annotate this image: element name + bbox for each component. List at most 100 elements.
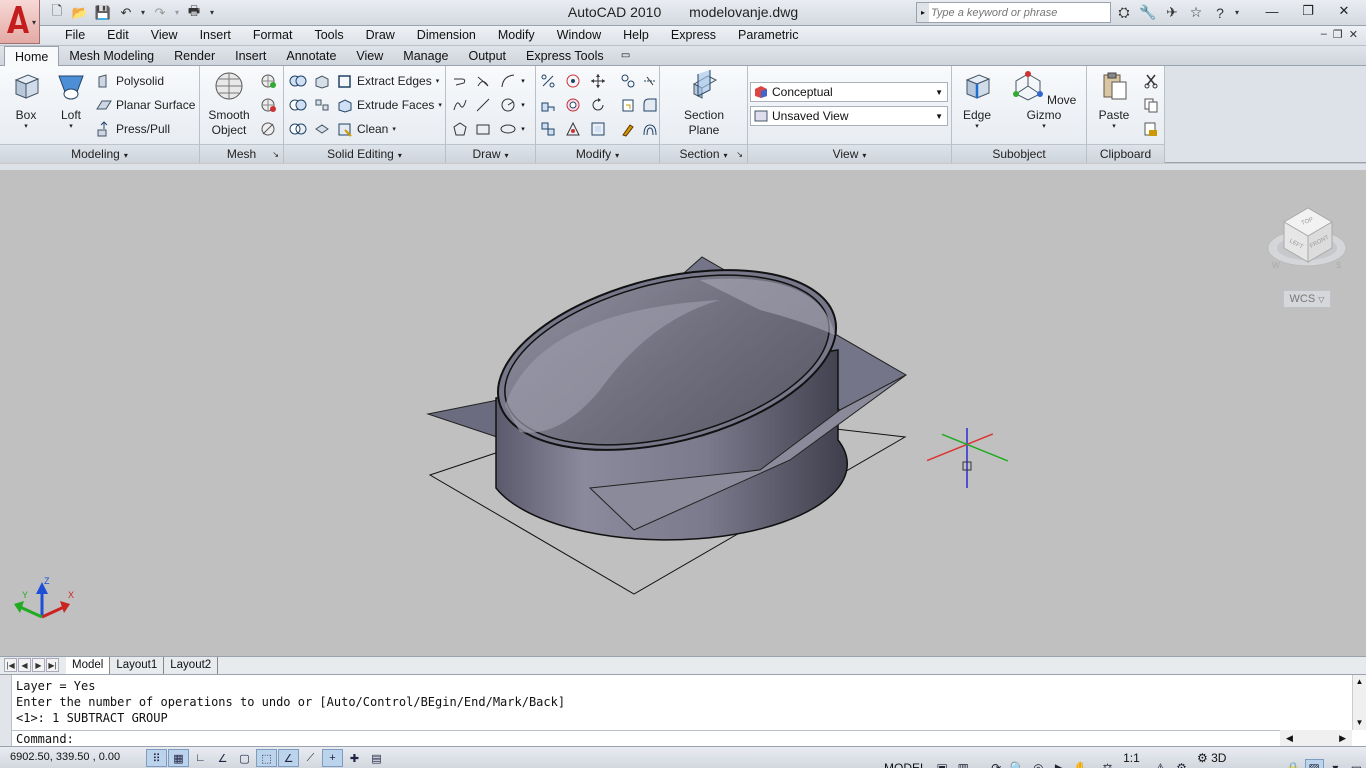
first-layout-icon[interactable]: |◀ bbox=[4, 658, 17, 672]
dynamic-ucs-icon[interactable]: ⟋ bbox=[300, 749, 321, 767]
section-plane-button[interactable]: Section Plane bbox=[674, 70, 734, 138]
undo-icon[interactable]: ↶ bbox=[115, 2, 137, 23]
3d-align-icon[interactable] bbox=[538, 95, 558, 115]
open-file-icon[interactable]: 📂 bbox=[69, 2, 91, 23]
smooth-object-button[interactable]: Smooth Object bbox=[204, 70, 254, 138]
union-icon[interactable] bbox=[288, 71, 308, 91]
arc-icon[interactable] bbox=[498, 71, 518, 91]
last-layout-icon[interactable]: ▶| bbox=[46, 658, 59, 672]
redo-icon[interactable]: ↷ bbox=[149, 2, 171, 23]
polysolid-button[interactable]: Polysolid bbox=[95, 70, 164, 91]
subtract-icon[interactable] bbox=[288, 95, 308, 115]
undo-dropdown-icon[interactable]: ▾ bbox=[138, 2, 148, 23]
redo-dropdown-icon[interactable]: ▾ bbox=[172, 2, 182, 23]
named-view-dropdown[interactable]: Unsaved View ▼ bbox=[750, 106, 948, 126]
scroll-down-icon[interactable]: ▼ bbox=[1353, 716, 1366, 730]
polygon-icon[interactable] bbox=[450, 119, 470, 139]
circle-icon[interactable] bbox=[498, 95, 518, 115]
scroll-left-icon[interactable]: ◀ bbox=[1286, 733, 1293, 744]
new-file-icon[interactable]: 🗋 bbox=[46, 2, 68, 23]
snap-mode-icon[interactable]: ⠿ bbox=[146, 749, 167, 767]
pan-icon[interactable]: ✋ bbox=[1071, 759, 1090, 768]
ortho-mode-icon[interactable]: ∟ bbox=[190, 749, 211, 767]
tab-home[interactable]: Home bbox=[4, 46, 60, 67]
favorites-star-icon[interactable]: ☆ bbox=[1184, 2, 1208, 23]
minimize-icon[interactable]: — bbox=[1254, 1, 1290, 21]
extract-edges-button[interactable]: Extract Edges ▾ bbox=[336, 70, 439, 91]
tab-annotate[interactable]: Annotate bbox=[276, 46, 346, 67]
grid-display-icon[interactable]: ▦ bbox=[168, 749, 189, 767]
help-dropdown-icon[interactable]: ▾ bbox=[1232, 2, 1242, 23]
shell-icon[interactable] bbox=[640, 119, 660, 139]
search-expand-icon[interactable]: ▸ bbox=[917, 3, 929, 22]
menu-modify[interactable]: Modify bbox=[487, 26, 546, 45]
planar-surface-button[interactable]: Planar Surface bbox=[95, 94, 195, 115]
command-input[interactable] bbox=[84, 732, 1284, 746]
modeling-panel-title[interactable]: Modeling ▾ bbox=[0, 144, 199, 163]
viewcube[interactable]: TOP LEFT FRONT W S bbox=[1267, 207, 1347, 270]
menu-view[interactable]: View bbox=[140, 26, 189, 45]
next-layout-icon[interactable]: ▶ bbox=[32, 658, 45, 672]
arc-dropdown-icon[interactable]: ▾ bbox=[518, 71, 528, 91]
solid-editing-panel-title[interactable]: Solid Editing ▾ bbox=[284, 144, 445, 163]
workspace-switch-dropdown[interactable]: ⚙ 3D Modeling ▾ bbox=[1193, 749, 1282, 768]
draw-panel-title[interactable]: Draw ▾ bbox=[446, 144, 535, 163]
rotate-icon[interactable] bbox=[588, 95, 608, 115]
orbit-icon[interactable]: ◎ bbox=[1029, 759, 1048, 768]
help-icon[interactable]: ? bbox=[1208, 2, 1232, 23]
extrude-faces-button[interactable]: Extrude Faces ▾ bbox=[336, 94, 442, 115]
visual-style-dropdown[interactable]: Conceptual ▼ bbox=[750, 82, 948, 102]
auto-scale-icon[interactable]: ⚙ bbox=[1172, 759, 1191, 768]
menu-window[interactable]: Window bbox=[546, 26, 612, 45]
section-plane-small-icon[interactable] bbox=[588, 119, 608, 139]
wcs-menu-button[interactable]: WCS ▽ bbox=[1283, 290, 1331, 308]
menu-help[interactable]: Help bbox=[612, 26, 660, 45]
ellipse-dropdown-icon[interactable]: ▾ bbox=[518, 119, 528, 139]
clipboard-panel-title[interactable]: Clipboard bbox=[1087, 144, 1164, 163]
section-dialog-launcher-icon[interactable]: ↘ bbox=[736, 145, 743, 164]
menu-express[interactable]: Express bbox=[660, 26, 727, 45]
imprint-icon[interactable] bbox=[312, 71, 332, 91]
view-panel-title[interactable]: View ▾ bbox=[748, 144, 951, 163]
menu-edit[interactable]: Edit bbox=[96, 26, 140, 45]
paste-button[interactable]: Paste ▾ bbox=[1093, 70, 1135, 131]
tab-render[interactable]: Render bbox=[164, 46, 225, 67]
move-gizmo-button[interactable]: Move Gizmo ▾ bbox=[1006, 70, 1082, 131]
mesh-smooth-less-icon[interactable] bbox=[258, 95, 278, 115]
scroll-right-icon[interactable]: ▶ bbox=[1339, 733, 1346, 744]
scroll-up-icon[interactable]: ▲ bbox=[1353, 675, 1366, 689]
modify-panel-title[interactable]: Modify ▾ bbox=[536, 144, 659, 163]
annotation-scale-dropdown[interactable]: 1:1 ▾ bbox=[1119, 749, 1149, 768]
application-menu-button[interactable]: ▾ bbox=[0, 0, 40, 44]
clean-screen-icon[interactable]: ▭ bbox=[1347, 759, 1366, 768]
mesh-dialog-launcher-icon[interactable]: ↘ bbox=[272, 145, 279, 164]
box-button[interactable]: Box ▾ bbox=[6, 70, 46, 131]
offset-edge-icon[interactable] bbox=[618, 95, 638, 115]
align-icon[interactable] bbox=[563, 119, 583, 139]
tab-express-tools[interactable]: Express Tools bbox=[516, 46, 614, 67]
menu-insert[interactable]: Insert bbox=[189, 26, 242, 45]
tab-layout1[interactable]: Layout1 bbox=[110, 657, 165, 674]
ellipse-icon[interactable] bbox=[498, 119, 518, 139]
dynamic-input-icon[interactable]: + bbox=[322, 749, 343, 767]
fillet-edge-icon[interactable] bbox=[640, 95, 660, 115]
cut-icon[interactable] bbox=[1141, 71, 1161, 91]
satellite-icon[interactable]: ✈ bbox=[1160, 2, 1184, 23]
press-pull-button[interactable]: Press/Pull bbox=[95, 118, 170, 139]
quick-view-drawings-icon[interactable]: ▥ bbox=[954, 759, 973, 768]
binoculars-icon[interactable]: ⛭ bbox=[1112, 2, 1136, 23]
model-space-button[interactable]: MODEL bbox=[880, 759, 931, 768]
3d-object-snap-icon[interactable]: ⬚ bbox=[256, 749, 277, 767]
coordinate-display[interactable]: 6902.50, 339.50 , 0.00 bbox=[10, 751, 120, 763]
mesh-smooth-more-icon[interactable] bbox=[258, 71, 278, 91]
loft-button[interactable]: Loft ▾ bbox=[52, 70, 90, 131]
status-bar-menu-icon[interactable]: ▾ bbox=[1326, 759, 1345, 768]
refine-mesh-icon[interactable] bbox=[258, 119, 278, 139]
rectangle-icon[interactable] bbox=[473, 119, 493, 139]
zoom-icon[interactable]: 🔍 bbox=[1008, 759, 1027, 768]
mesh-panel-title[interactable]: Mesh ↘ bbox=[200, 144, 283, 163]
object-snap-tracking-icon[interactable]: ∠ bbox=[278, 749, 299, 767]
spline-icon[interactable] bbox=[450, 95, 470, 115]
tab-model[interactable]: Model bbox=[66, 657, 111, 674]
separate-icon[interactable] bbox=[312, 95, 332, 115]
